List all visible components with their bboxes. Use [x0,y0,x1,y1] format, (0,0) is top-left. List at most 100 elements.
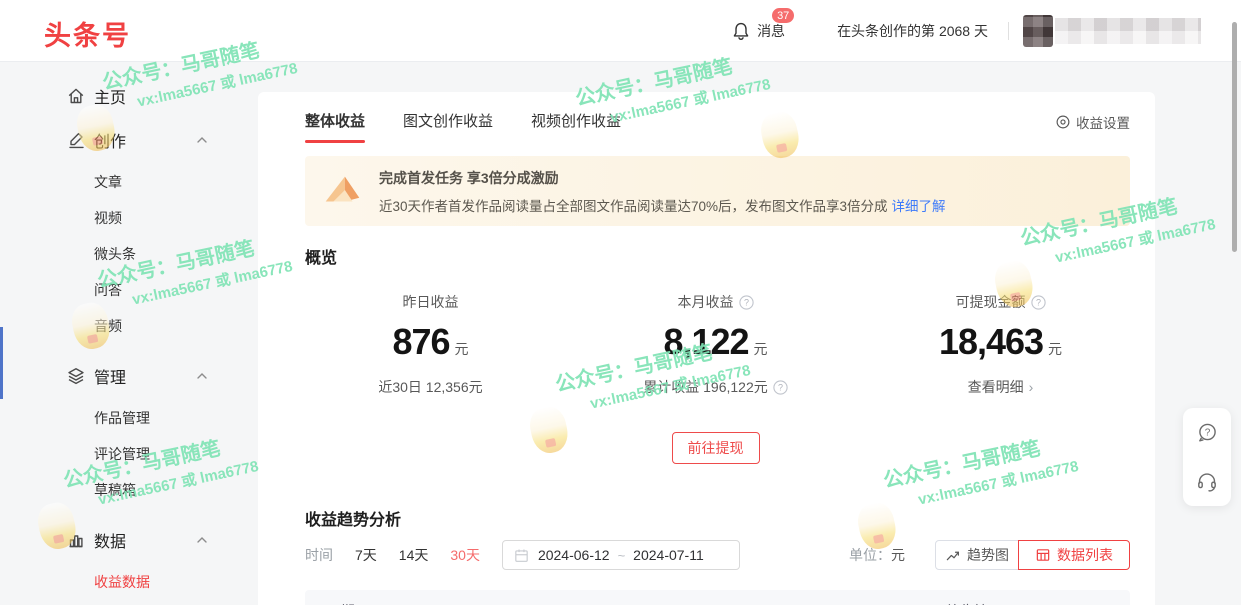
column-header-date: 日期 [327,601,355,605]
sidebar-item-microblog[interactable]: 微头条 [0,236,258,272]
trend-filter-row: 时间 7天 14天 30天 2024-06-12 ~ 2024-07-11 单位… [305,540,1130,570]
stat-label: 昨日收益 [403,292,459,312]
stat-label: 本月收益 [678,292,734,312]
sidebar: 主页 创作 文章 视频 微头条 问答 音频 管理 作品管理 评论管理 草稿箱 数… [0,62,258,605]
range-30d[interactable]: 30天 [450,545,480,565]
view-details-text: 查看明细 [968,377,1024,397]
column-header-total: 总收益 [945,601,987,605]
tab-overall-revenue[interactable]: 整体收益 [305,110,365,143]
stat-value: 8,122 元 [573,321,858,363]
chevron-up-icon[interactable] [194,532,210,548]
svg-text:?: ? [778,382,783,392]
app-logo[interactable]: 头条号 [44,14,131,53]
sidebar-group-label: 创作 [94,128,126,152]
home-icon [66,86,86,106]
vertical-scrollbar[interactable] [1232,22,1237,252]
stat-withdrawable-amount: 可提现金额? 18,463 元 查看明细 › [858,292,1143,397]
stat-unit: 元 [1048,341,1062,357]
range-14d[interactable]: 14天 [399,545,429,565]
sidebar-item-drafts[interactable]: 草稿箱 [0,472,258,508]
stat-number: 876 [392,321,449,362]
sidebar-item-comments[interactable]: 评论管理 [0,436,258,472]
trend-heading: 收益趋势分析 [305,506,401,530]
stat-month-revenue: 本月收益? 8,122 元 累计收益 196,122元? [573,292,858,397]
layers-icon [66,366,86,386]
stat-sub-text: 累计收益 196,122元 [643,377,768,397]
revenue-panel: 整体收益 图文创作收益 视频创作收益 收益设置 完成首发任务 享3倍分成激励 近… [258,92,1155,605]
view-toggle: 趋势图 数据列表 [935,540,1130,570]
data-list-button[interactable]: 数据列表 [1018,540,1130,570]
sidebar-item-audio[interactable]: 音频 [0,308,258,344]
help-icon[interactable]: ? [739,295,754,310]
revenue-settings-button[interactable]: 收益设置 [1055,112,1130,142]
unit-indicator: 单位：元 [849,545,905,565]
sidebar-item-videos[interactable]: 视频 [0,200,258,236]
banner-description: 近30天作者首发作品阅读量占全部图文作品阅读量达70%后，发布图文作品享3倍分成… [379,195,946,215]
tab-video-revenue[interactable]: 视频创作收益 [531,110,621,143]
unit-label: 单位： [849,547,891,563]
date-end: 2024-07-11 [633,547,704,563]
svg-text:?: ? [1205,427,1211,438]
revenue-tabs: 整体收益 图文创作收益 视频创作收益 收益设置 [305,110,1130,143]
bell-icon [731,21,751,41]
stat-unit: 元 [455,341,469,357]
header-right: 消息 37 在头条创作的第 2068 天 [731,0,1201,62]
sidebar-item-works[interactable]: 作品管理 [0,400,258,436]
stat-value: 18,463 元 [858,321,1143,363]
range-7d[interactable]: 7天 [355,545,377,565]
sidebar-item-home[interactable]: 主页 [0,76,258,116]
sidebar-item-articles[interactable]: 文章 [0,164,258,200]
help-icon[interactable]: ? [773,380,788,395]
banner-text: 完成首发任务 享3倍分成激励 近30天作者首发作品阅读量占全部图文作品阅读量达7… [379,168,946,215]
notification-badge: 37 [771,7,795,24]
stat-value: 876 元 [288,321,573,363]
data-list-label: 数据列表 [1057,545,1113,565]
sidebar-group-create[interactable]: 创作 [0,116,258,164]
date-separator: ~ [618,548,626,563]
banner-detail-link[interactable]: 详细了解 [892,199,946,214]
stat-unit: 元 [754,341,768,357]
pencil-icon [66,130,86,150]
chevron-up-icon[interactable] [194,368,210,384]
stat-label: 可提现金额 [956,292,1026,312]
unit-value: 元 [891,547,905,563]
svg-text:?: ? [1035,297,1040,307]
origami-crane-icon [319,168,365,214]
help-bubble-button[interactable]: ? [1195,421,1219,445]
svg-text:?: ? [743,297,748,307]
stat-yesterday-revenue: 昨日收益 876 元 近30日 12,356元 [288,292,573,397]
top-header: 头条号 消息 37 在头条创作的第 2068 天 [0,0,1241,62]
chevron-up-icon[interactable] [194,132,210,148]
overview-heading: 概览 [305,244,337,268]
stat-number: 8,122 [663,321,748,362]
avatar[interactable] [1023,15,1053,47]
messages-button[interactable]: 消息 37 [731,21,785,41]
sidebar-group-data[interactable]: 数据 [0,516,258,564]
line-chart-icon [945,547,961,563]
promo-banner: 完成首发任务 享3倍分成激励 近30天作者首发作品阅读量占全部图文作品阅读量达7… [305,156,1130,226]
tab-article-revenue[interactable]: 图文创作收益 [403,110,493,143]
left-scroll-indicator[interactable] [0,327,3,399]
sidebar-group-label: 数据 [94,528,126,552]
sidebar-group-label: 管理 [94,364,126,388]
chevron-right-icon: › [1029,379,1034,395]
header-divider [1008,22,1009,40]
customer-service-headset-button[interactable] [1195,470,1219,494]
stat-sub-text: 近30日 12,356元 [378,377,482,397]
withdraw-button[interactable]: 前往提现 [672,432,760,464]
revenue-settings-label: 收益设置 [1076,112,1130,132]
sidebar-item-revenue-data[interactable]: 收益数据 [0,564,258,600]
overview-stats: 昨日收益 876 元 近30日 12,356元 本月收益? 8,122 元 累计收益… [288,292,1143,397]
sidebar-item-qa[interactable]: 问答 [0,272,258,308]
bar-chart-icon [66,530,86,550]
trend-table-header: 日期 总收益 [305,590,1130,605]
sidebar-group-manage[interactable]: 管理 [0,352,258,400]
help-icon[interactable]: ? [1031,295,1046,310]
trend-chart-button[interactable]: 趋势图 [935,540,1019,570]
time-label: 时间 [305,545,333,565]
view-details-link[interactable]: 查看明细 › [968,377,1034,397]
date-range-picker[interactable]: 2024-06-12 ~ 2024-07-11 [502,540,740,570]
stat-number: 18,463 [939,321,1043,362]
username-redacted[interactable] [1055,18,1201,44]
floating-help-panel: ? [1183,408,1231,506]
